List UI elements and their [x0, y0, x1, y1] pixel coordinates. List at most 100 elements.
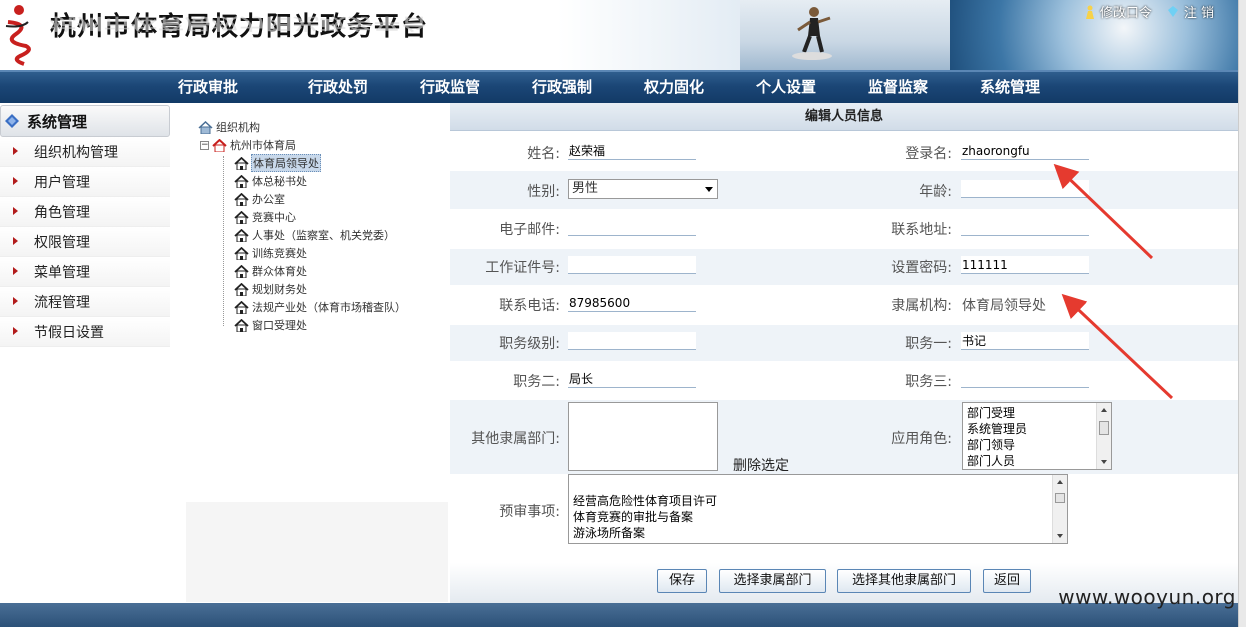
nav-item-admin-supervision[interactable]: 行政监管 [394, 72, 506, 103]
duty1-field[interactable]: 书记 [961, 332, 1089, 350]
sidebar-item-holiday-settings[interactable]: 节假日设置 [0, 317, 170, 347]
select-other-dept-button[interactable]: 选择其他隶属部门 [837, 569, 971, 593]
scroll-up-icon[interactable] [1101, 408, 1107, 412]
tree-node[interactable]: 人事处（监察室、机关党委） [198, 226, 448, 244]
sidebar-item-workflow-management[interactable]: 流程管理 [0, 287, 170, 317]
arrow-right-icon [13, 327, 18, 335]
id-number-field[interactable] [568, 256, 696, 274]
tree-node[interactable]: 法规产业处（体育市场稽查队） [198, 298, 448, 316]
pre-review-option[interactable]: 经营高危险性体育项目许可 [573, 493, 1067, 509]
scroll-up-icon[interactable] [1057, 480, 1063, 484]
nav-item-admin-penalty[interactable]: 行政处罚 [282, 72, 394, 103]
id-number-label: 工作证件号: [485, 260, 560, 276]
nav-item-power-solidify[interactable]: 权力固化 [618, 72, 730, 103]
pre-review-option[interactable]: 体育竞赛的审批与备案 [573, 509, 1067, 525]
logout-label: 注 销 [1183, 6, 1214, 21]
change-password-label: 修改口令 [1099, 6, 1152, 21]
logout-link[interactable]: 注 销 [1166, 2, 1214, 21]
main-nav: 行政审批 行政处罚 行政监管 行政强制 权力固化 个人设置 监督监察 系统管理 [0, 70, 1238, 103]
other-dept-list[interactable] [568, 402, 718, 471]
gender-label: 性别: [527, 184, 560, 200]
tree-node[interactable]: 规划财务处 [198, 280, 448, 298]
phone-field[interactable]: 87985600 [568, 294, 696, 312]
tree-node-label: 竞赛中心 [252, 211, 296, 224]
chevron-down-icon [705, 187, 713, 192]
save-button[interactable]: 保存 [657, 569, 707, 593]
back-button[interactable]: 返回 [983, 569, 1031, 593]
roles-listbox[interactable]: 部门受理 系统管理员 部门领导 部门人员 [962, 402, 1112, 470]
tree-node[interactable]: 体育局领导处 [198, 154, 448, 172]
email-field[interactable] [568, 218, 696, 236]
scroll-down-icon[interactable] [1101, 460, 1107, 464]
tree-node[interactable]: 办公室 [198, 190, 448, 208]
gender-select[interactable]: 男性 [568, 179, 718, 199]
pre-review-scrollbar[interactable] [1052, 475, 1067, 543]
nav-item-admin-enforcement[interactable]: 行政强制 [506, 72, 618, 103]
nav-item-system-management[interactable]: 系统管理 [954, 72, 1066, 103]
nav-item-inspection[interactable]: 监督监察 [842, 72, 954, 103]
page-title-reflection: 杭州市体育局权力阳光政务平台 [50, 14, 429, 33]
scroll-thumb[interactable] [1099, 421, 1109, 435]
rank-field[interactable] [568, 332, 696, 350]
sidebar-item-label: 用户管理 [34, 174, 90, 191]
tree-node-label: 人事处（监察室、机关党委） [252, 229, 395, 242]
nav-item-admin-approval[interactable]: 行政审批 [178, 72, 256, 103]
tree-node-label: 窗口受理处 [252, 319, 307, 332]
form-row: 联系电话: 87985600 隶属机构: 体育局领导处 [450, 287, 1238, 323]
collapse-toggle-icon[interactable]: − [200, 140, 209, 150]
person-icon [1085, 5, 1094, 19]
sidebar-item-role-management[interactable]: 角色管理 [0, 197, 170, 227]
role-option[interactable]: 部门人员 [967, 453, 1111, 469]
select-dept-button[interactable]: 选择隶属部门 [719, 569, 826, 593]
tree-panel-footer [186, 502, 448, 602]
diamond-icon [5, 114, 19, 128]
house-icon [234, 156, 249, 170]
nav-item-personal-settings[interactable]: 个人设置 [730, 72, 842, 103]
address-field[interactable] [961, 218, 1089, 236]
tree-node-label: 体育局领导处 [251, 154, 321, 172]
scroll-thumb[interactable] [1055, 493, 1065, 503]
house-icon [234, 192, 249, 206]
tree-node[interactable]: 体总秘书处 [198, 172, 448, 190]
form-row: 工作证件号: 设置密码: 111111 [450, 249, 1238, 285]
sidebar-item-menu-management[interactable]: 菜单管理 [0, 257, 170, 287]
pre-review-option[interactable]: 游泳场所备案 [573, 525, 1067, 541]
sidebar-item-user-management[interactable]: 用户管理 [0, 167, 170, 197]
age-field[interactable] [961, 180, 1089, 198]
house-icon [234, 300, 249, 314]
name-label: 姓名: [527, 146, 560, 162]
arrow-right-icon [13, 267, 18, 275]
tree-root[interactable]: 组织机构 [198, 118, 448, 136]
role-option[interactable]: 部门受理 [967, 405, 1111, 421]
sidebar-item-permission-management[interactable]: 权限管理 [0, 227, 170, 257]
tree-node[interactable]: 竞赛中心 [198, 208, 448, 226]
house-icon [234, 174, 249, 188]
change-password-link[interactable]: 修改口令 [1084, 2, 1152, 21]
sidebar-item-label: 权限管理 [34, 234, 90, 251]
page-scrollbar[interactable] [1238, 0, 1246, 627]
delete-selected-link[interactable]: 删除选定 [733, 455, 789, 475]
other-dept-label: 其他隶属部门: [471, 431, 560, 447]
login-name-field[interactable]: zhaorongfu [961, 142, 1089, 160]
form-title: 编辑人员信息 [450, 103, 1238, 131]
tree-node[interactable]: 群众体育处 [198, 262, 448, 280]
role-option[interactable]: 系统管理员 [967, 421, 1111, 437]
roles-scrollbar[interactable] [1096, 403, 1111, 469]
gender-select-value: 男性 [572, 181, 599, 196]
name-field[interactable]: 赵荣福 [568, 142, 696, 160]
duty3-field[interactable] [961, 370, 1089, 388]
tree-node-label: 法规产业处（体育市场稽查队） [252, 301, 406, 314]
role-option[interactable]: 部门领导 [967, 437, 1111, 453]
sidebar-item-org-management[interactable]: 组织机构管理 [0, 137, 170, 167]
password-label: 设置密码: [891, 260, 952, 276]
tree-org-node[interactable]: − 杭州市体育局 [198, 136, 448, 154]
scroll-down-icon[interactable] [1057, 534, 1063, 538]
tree-node[interactable]: 窗口受理处 [198, 316, 448, 334]
pre-review-listbox[interactable]: 经营高危险性体育项目许可 体育竞赛的审批与备案 游泳场所备案 [568, 474, 1068, 544]
tree-connector [223, 156, 233, 326]
diamond-icon [1167, 5, 1178, 17]
tree-node[interactable]: 训练竞赛处 [198, 244, 448, 262]
password-field[interactable]: 111111 [961, 256, 1089, 274]
tree-root-label: 组织机构 [216, 121, 260, 134]
duty2-field[interactable]: 局长 [568, 370, 696, 388]
